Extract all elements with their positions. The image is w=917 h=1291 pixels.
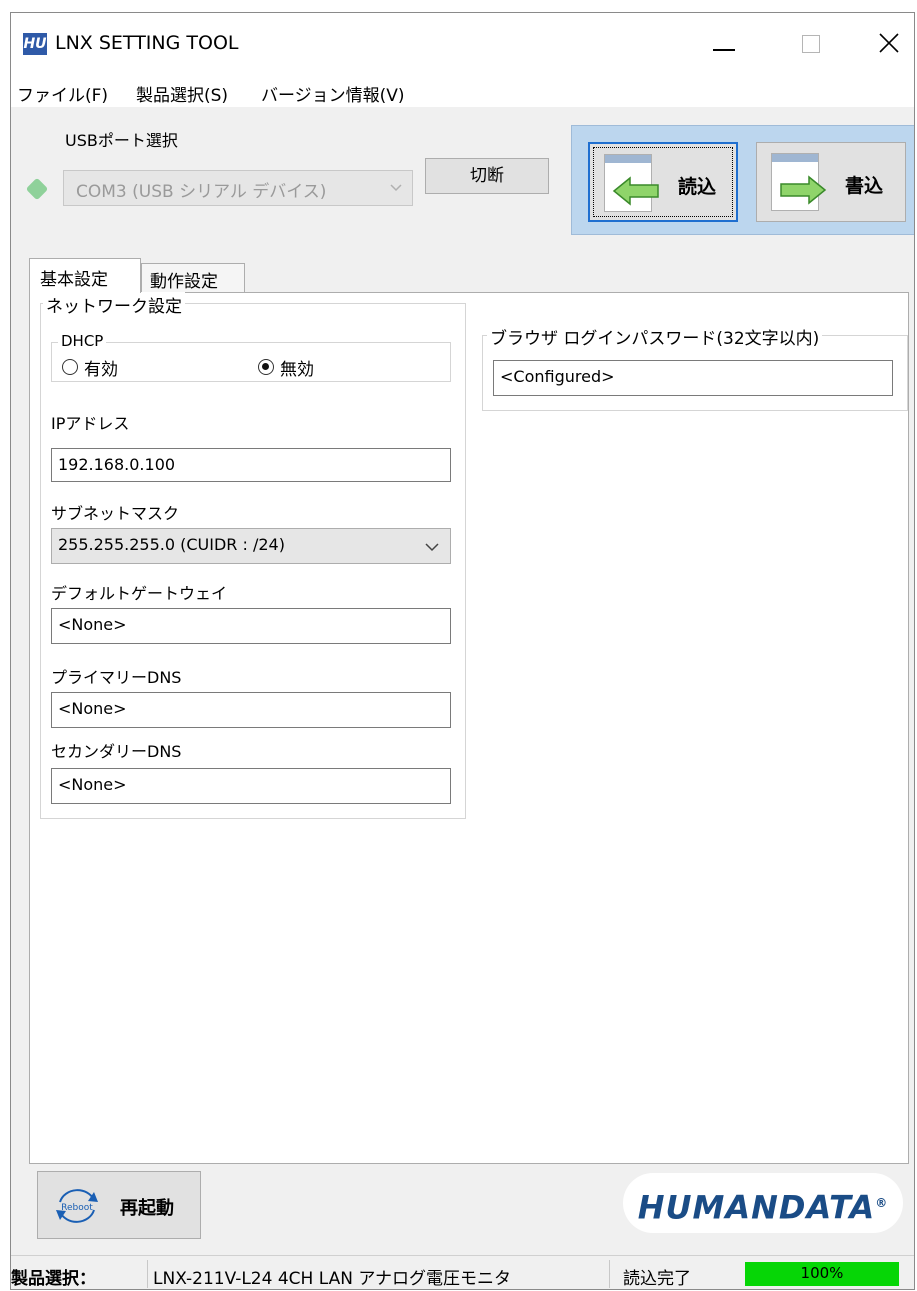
logo-text: HUMANDATA	[637, 1188, 876, 1227]
tab-page-basic-settings: ネットワーク設定 DHCP 有効 無効 IPアドレス 192.168.0.100…	[29, 292, 909, 1164]
network-settings-title: ネットワーク設定	[43, 292, 185, 317]
subnet-mask-select[interactable]: 255.255.255.0 (CUIDR : /24)	[51, 528, 451, 564]
dhcp-title: DHCP	[58, 332, 107, 350]
status-divider	[609, 1260, 610, 1288]
read-button[interactable]: 読込	[588, 142, 738, 222]
secondary-dns-label: セカンダリーDNS	[51, 742, 182, 761]
password-input[interactable]: <Configured>	[493, 360, 893, 396]
menu-version-info[interactable]: バージョン情報(V)	[261, 81, 405, 106]
status-divider	[147, 1260, 148, 1288]
maximize-button[interactable]	[783, 23, 839, 63]
app-icon: HU	[23, 33, 47, 55]
arrow-right-icon	[780, 175, 827, 205]
default-gateway-label: デフォルトゲートウェイ	[51, 584, 228, 603]
port-select-label: USBポート選択	[65, 131, 178, 150]
close-icon	[879, 33, 899, 53]
dhcp-enable-radio[interactable]	[62, 359, 78, 375]
read-write-panel: 読込 書込	[571, 125, 914, 235]
progress-text: 100%	[800, 1264, 844, 1282]
port-selected-value: COM3 (USB シリアル デバイス)	[76, 182, 327, 202]
status-message: 読込完了	[623, 1269, 691, 1289]
dhcp-disable-label: 無効	[280, 360, 314, 380]
reboot-button[interactable]: Reboot 再起動	[37, 1171, 201, 1239]
dhcp-enable-label: 有効	[84, 360, 118, 380]
connection-status-icon	[25, 177, 49, 201]
primary-dns-input[interactable]: <None>	[51, 692, 451, 728]
menu-product-select[interactable]: 製品選択(S)	[136, 81, 228, 106]
status-product-label: 製品選択：	[11, 1269, 96, 1289]
chevron-down-icon	[425, 543, 439, 552]
write-button[interactable]: 書込	[756, 142, 906, 222]
arrow-left-icon	[612, 176, 659, 206]
menu-bar: ファイル(F) 製品選択(S) バージョン情報(V)	[11, 73, 914, 107]
dhcp-disable-radio[interactable]	[258, 359, 274, 375]
tab-operation-settings[interactable]: 動作設定	[141, 263, 245, 293]
ip-address-label: IPアドレス	[51, 414, 130, 433]
close-button[interactable]	[861, 23, 914, 63]
reboot-icon-text: Reboot	[61, 1203, 93, 1213]
subnet-mask-value: 255.255.255.0 (CUIDR : /24)	[58, 535, 285, 554]
app-window: HU LNX SETTING TOOL ファイル(F) 製品選択(S) バージョ…	[10, 12, 915, 1290]
password-group: ブラウザ ログインパスワード(32文字以内) <Configured>	[482, 324, 908, 411]
read-button-label: 読込	[678, 176, 717, 198]
status-bar: 製品選択： LNX-211V-L24 4CH LAN アナログ電圧モニタ 読込完…	[11, 1255, 914, 1289]
tab-basic-settings[interactable]: 基本設定	[29, 258, 141, 293]
progress-bar: 100%	[745, 1262, 899, 1286]
menu-file[interactable]: ファイル(F)	[17, 81, 108, 106]
logo-mark: ®	[875, 1196, 889, 1210]
humandata-logo: HUMANDATA®	[623, 1173, 903, 1233]
password-title: ブラウザ ログインパスワード(32文字以内)	[487, 324, 823, 349]
status-product-value: LNX-211V-L24 4CH LAN アナログ電圧モニタ	[153, 1269, 511, 1289]
write-button-label: 書込	[845, 175, 884, 197]
minimize-button[interactable]	[695, 23, 751, 63]
default-gateway-input[interactable]: <None>	[51, 608, 451, 644]
disconnect-button[interactable]: 切断	[425, 158, 549, 194]
subnet-mask-label: サブネットマスク	[51, 504, 180, 523]
ip-address-input[interactable]: 192.168.0.100	[51, 448, 451, 482]
reboot-button-label: 再起動	[120, 1198, 174, 1219]
port-select-combo[interactable]: COM3 (USB シリアル デバイス)	[63, 170, 413, 206]
chevron-down-icon	[390, 184, 402, 192]
reboot-icon: Reboot	[56, 1189, 98, 1223]
primary-dns-label: プライマリーDNS	[51, 668, 182, 687]
network-settings-group: ネットワーク設定 DHCP 有効 無効 IPアドレス 192.168.0.100…	[40, 292, 466, 819]
window-title: LNX SETTING TOOL	[55, 32, 239, 54]
dhcp-group: DHCP 有効 無効	[51, 332, 451, 382]
title-bar: HU LNX SETTING TOOL	[11, 13, 914, 73]
secondary-dns-input[interactable]: <None>	[51, 768, 451, 804]
